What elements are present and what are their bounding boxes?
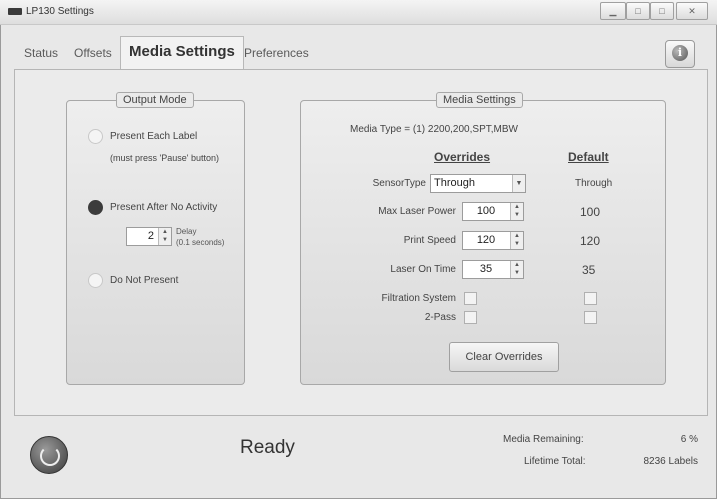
- spin-down-icon[interactable]: ▼: [511, 240, 523, 248]
- info-icon: i: [672, 45, 688, 61]
- media-remaining-label: Media Remaining:: [503, 434, 584, 445]
- delay-label: Delay: [176, 227, 197, 236]
- title-bar: LP130 Settings ▁ □ □ ✕: [0, 0, 717, 25]
- spin-down-icon[interactable]: ▼: [511, 269, 523, 277]
- app-icon: [8, 8, 22, 15]
- max-laser-power-value[interactable]: 100: [463, 203, 509, 220]
- do-not-present-radio[interactable]: [88, 273, 103, 288]
- delay-spinner[interactable]: 2 ▲ ▼: [126, 227, 172, 246]
- window-title: LP130 Settings: [26, 6, 94, 17]
- delay-units: (0.1 seconds): [176, 238, 225, 247]
- tab-status[interactable]: Status: [18, 38, 64, 68]
- delay-value[interactable]: 2: [127, 228, 157, 245]
- laser-on-time-label: Laser On Time: [390, 264, 456, 275]
- delay-spinner-arrows[interactable]: ▲ ▼: [158, 228, 171, 245]
- two-pass-default-checkbox[interactable]: [584, 311, 597, 324]
- sensor-type-label: SensorType: [372, 178, 426, 189]
- tab-media-settings[interactable]: Media Settings: [120, 36, 244, 69]
- maximize-icon[interactable]: □: [626, 2, 650, 20]
- lifetime-total-value: 8236 Labels: [643, 456, 699, 467]
- spin-up-icon[interactable]: ▲: [159, 228, 171, 236]
- status-text: Ready: [240, 437, 295, 458]
- two-pass-label: 2-Pass: [424, 312, 456, 323]
- lifetime-total-label: Lifetime Total:: [524, 456, 586, 467]
- tab-offsets[interactable]: Offsets: [68, 38, 118, 68]
- max-laser-power-default: 100: [580, 205, 601, 219]
- laser-on-time-default: 35: [582, 263, 596, 277]
- present-after-radio[interactable]: [88, 200, 103, 215]
- print-speed-value[interactable]: 120: [463, 232, 509, 249]
- clear-overrides-button[interactable]: Clear Overrides: [449, 342, 559, 372]
- spin-up-icon[interactable]: ▲: [511, 232, 523, 240]
- sensor-type-value[interactable]: Through: [434, 175, 475, 192]
- minimize-icon[interactable]: ▁: [600, 2, 626, 20]
- two-pass-override-checkbox[interactable]: [464, 311, 477, 324]
- max-laser-power-arrows[interactable]: ▲ ▼: [510, 203, 523, 220]
- sensor-type-default: Through: [575, 178, 613, 189]
- present-each-label-text: Present Each Label: [110, 131, 198, 142]
- print-speed-spinner[interactable]: 120 ▲ ▼: [462, 231, 524, 250]
- present-each-label-radio[interactable]: [88, 129, 103, 144]
- default-header: Default: [568, 150, 609, 164]
- printer-status-icon[interactable]: [30, 436, 68, 474]
- spin-down-icon[interactable]: ▼: [159, 236, 171, 244]
- close-icon[interactable]: ✕: [676, 2, 708, 20]
- overrides-header: Overrides: [434, 150, 491, 164]
- restore-icon[interactable]: □: [650, 2, 674, 20]
- tab-preferences[interactable]: Preferences: [238, 38, 315, 68]
- present-each-note: (must press 'Pause' button): [110, 153, 219, 163]
- filtration-system-label: Filtration System: [381, 293, 456, 304]
- print-speed-arrows[interactable]: ▲ ▼: [510, 232, 523, 249]
- media-type-text: Media Type = (1) 2200,200,SPT,MBW: [350, 124, 518, 135]
- do-not-present-text: Do Not Present: [110, 275, 179, 286]
- sensor-type-select[interactable]: Through ▼: [430, 174, 526, 193]
- max-laser-power-spinner[interactable]: 100 ▲ ▼: [462, 202, 524, 221]
- filtration-default-checkbox[interactable]: [584, 292, 597, 305]
- print-speed-default: 120: [580, 234, 601, 248]
- spin-up-icon[interactable]: ▲: [511, 261, 523, 269]
- laser-on-time-spinner[interactable]: 35 ▲ ▼: [462, 260, 524, 279]
- laser-on-time-arrows[interactable]: ▲ ▼: [510, 261, 523, 278]
- tab-strip: Status Offsets Media Settings Preference…: [14, 36, 706, 70]
- max-laser-power-label: Max Laser Power: [378, 206, 456, 217]
- spin-down-icon[interactable]: ▼: [511, 211, 523, 219]
- print-speed-label: Print Speed: [403, 235, 456, 246]
- filtration-override-checkbox[interactable]: [464, 292, 477, 305]
- laser-on-time-value[interactable]: 35: [463, 261, 509, 278]
- chevron-down-icon[interactable]: ▼: [512, 175, 525, 192]
- media-settings-legend: Media Settings: [436, 92, 523, 108]
- info-button[interactable]: i: [665, 40, 695, 68]
- output-mode-legend: Output Mode: [116, 92, 194, 108]
- spin-up-icon[interactable]: ▲: [511, 203, 523, 211]
- present-after-text: Present After No Activity: [110, 202, 218, 213]
- media-remaining-value: 6 %: [680, 434, 698, 445]
